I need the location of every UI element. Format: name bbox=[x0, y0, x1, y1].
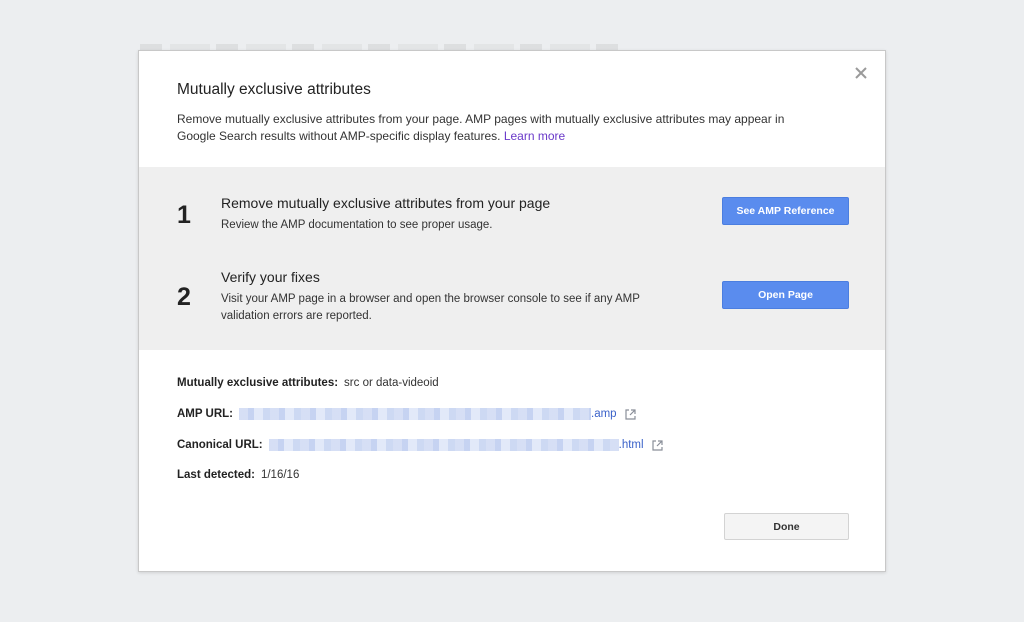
attributes-row: Mutually exclusive attributes: src or da… bbox=[177, 377, 439, 389]
see-amp-reference-button[interactable]: See AMP Reference bbox=[722, 197, 849, 225]
canonical-url-redacted bbox=[268, 439, 619, 451]
step-number: 2 bbox=[177, 283, 191, 311]
dialog-header: Mutually exclusive attributes Remove mut… bbox=[177, 81, 825, 145]
step-title: Remove mutually exclusive attributes fro… bbox=[221, 195, 551, 211]
learn-more-link[interactable]: Learn more bbox=[504, 129, 565, 143]
fix-steps-panel: 1 Remove mutually exclusive attributes f… bbox=[139, 167, 885, 350]
done-button[interactable]: Done bbox=[724, 513, 849, 540]
attributes-label: Mutually exclusive attributes: bbox=[177, 377, 339, 389]
amp-url-link[interactable]: .amp bbox=[591, 408, 617, 420]
dialog-title: Mutually exclusive attributes bbox=[177, 81, 371, 98]
step-number: 1 bbox=[177, 201, 191, 229]
last-detected-value: 1/16/16 bbox=[260, 469, 300, 481]
step-title: Verify your fixes bbox=[221, 269, 320, 285]
canonical-url-link[interactable]: .html bbox=[619, 439, 644, 451]
description-text: Remove mutually exclusive attributes fro… bbox=[177, 112, 785, 143]
mutually-exclusive-attributes-dialog: Mutually exclusive attributes Remove mut… bbox=[138, 50, 886, 572]
amp-url-redacted bbox=[239, 408, 592, 420]
last-detected-label: Last detected: bbox=[177, 469, 255, 481]
canonical-url-row: Canonical URL: .html bbox=[177, 439, 663, 451]
step-body: Visit your AMP page in a browser and ope… bbox=[221, 293, 640, 322]
open-page-button[interactable]: Open Page bbox=[722, 281, 849, 309]
amp-url-row: AMP URL: .amp bbox=[177, 408, 636, 420]
external-link-icon[interactable] bbox=[624, 408, 636, 420]
amp-url-label: AMP URL: bbox=[177, 408, 234, 420]
external-link-icon[interactable] bbox=[651, 439, 663, 451]
dialog-description: Remove mutually exclusive attributes fro… bbox=[177, 111, 825, 145]
attributes-value: src or data-videoid bbox=[344, 377, 439, 389]
step-body: Review the AMP documentation to see prop… bbox=[221, 219, 493, 231]
close-icon[interactable] bbox=[851, 63, 871, 83]
last-detected-row: Last detected: 1/16/16 bbox=[177, 469, 299, 481]
canonical-url-label: Canonical URL: bbox=[177, 439, 263, 451]
